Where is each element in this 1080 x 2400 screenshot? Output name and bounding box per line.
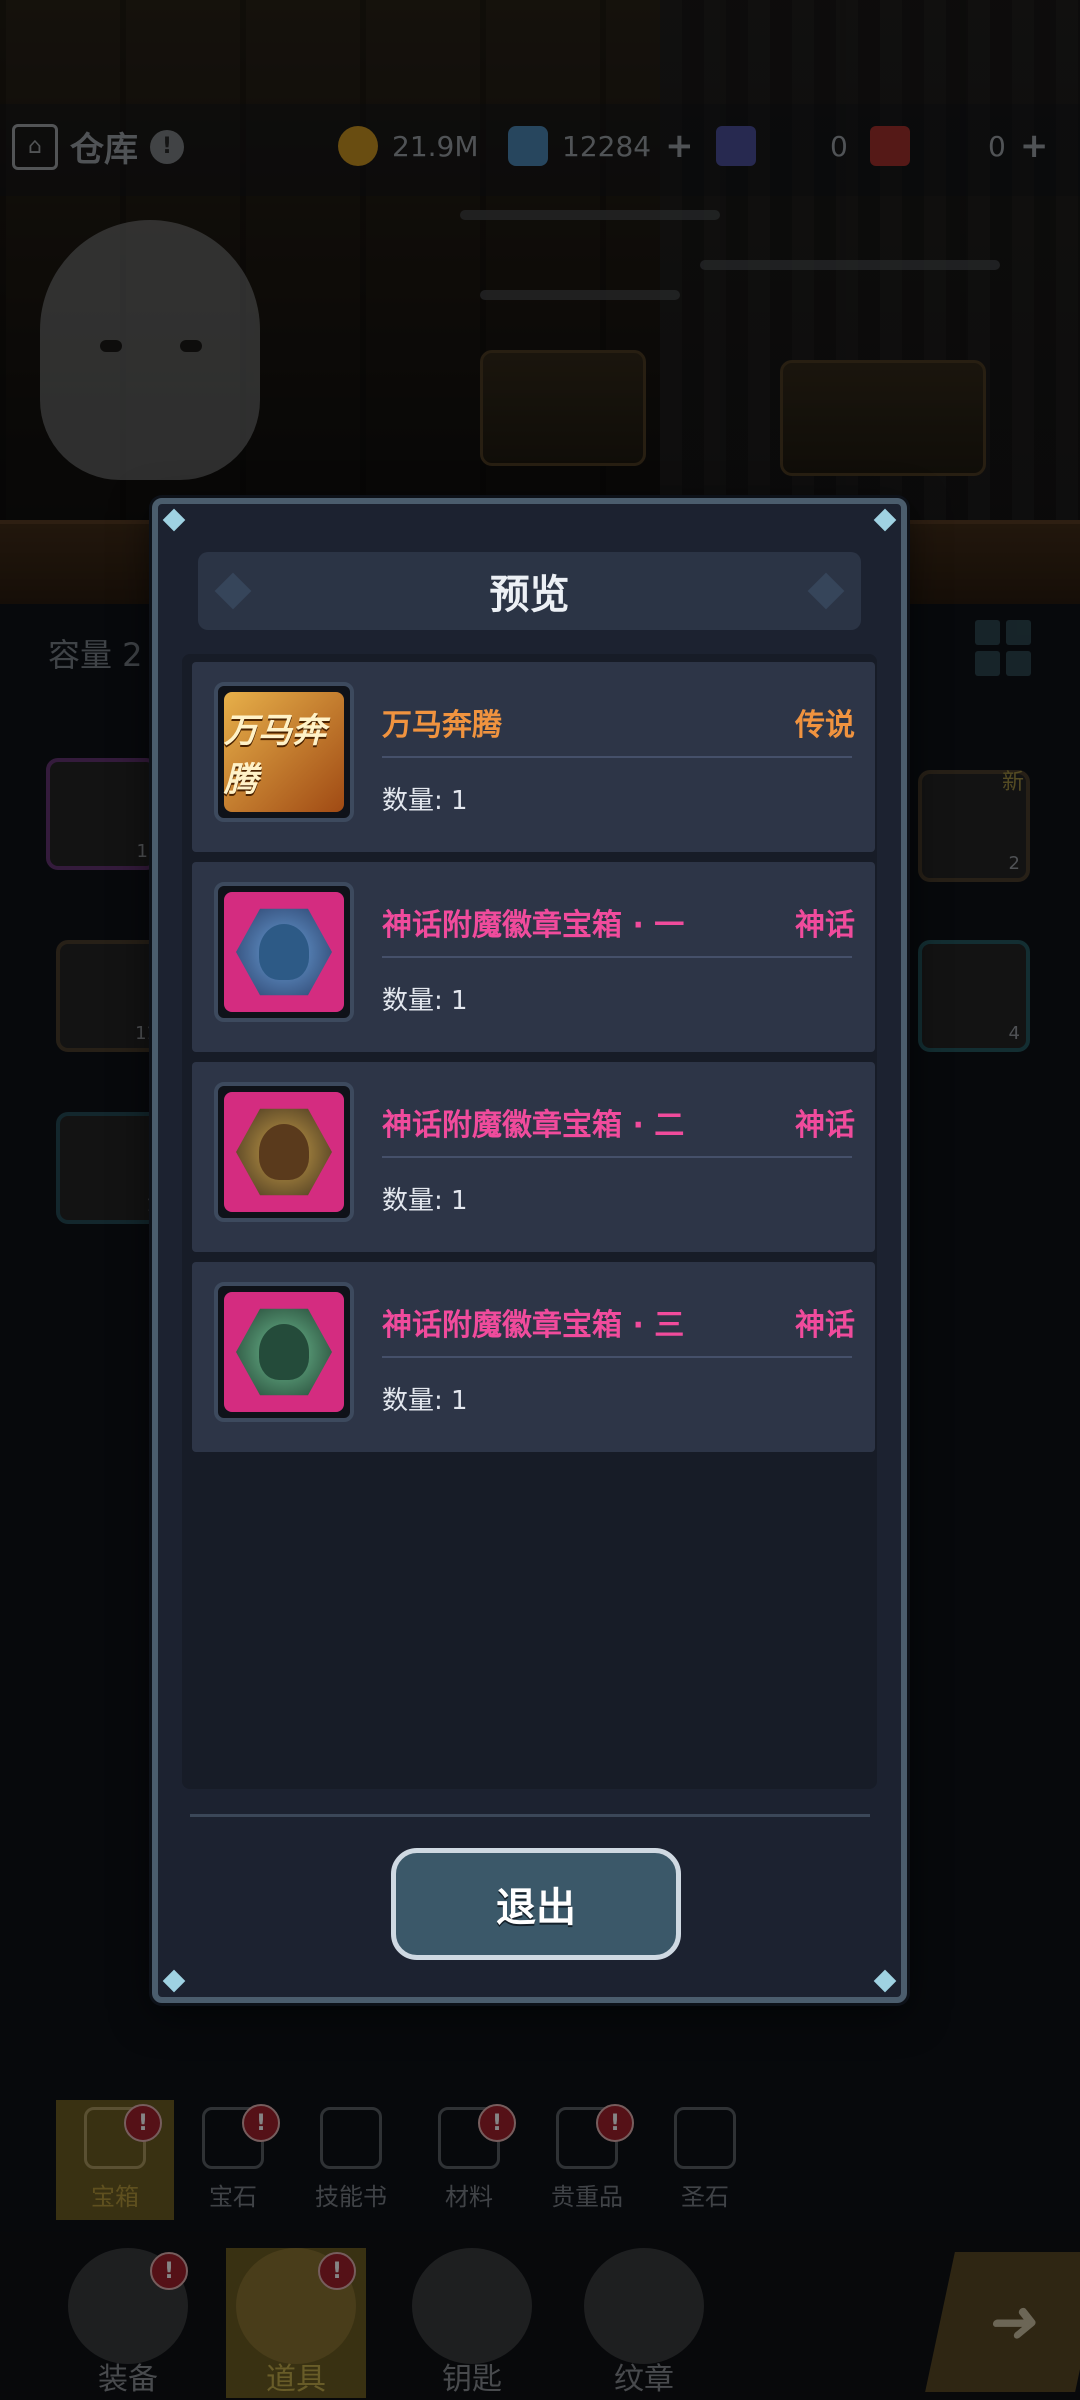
- list-item[interactable]: 万马奔腾 万马奔腾 传说 数量: 1: [192, 662, 875, 852]
- reward-list: 万马奔腾 万马奔腾 传说 数量: 1 神话附魔徽章宝箱 · 一 神话 数量: 1: [182, 654, 877, 1789]
- item-name: 万马奔腾: [382, 708, 502, 743]
- row-divider: [382, 956, 852, 958]
- qty-value: 1: [451, 1186, 468, 1216]
- item-rarity: 传说: [795, 708, 855, 743]
- item-thumbnail: [214, 882, 354, 1022]
- hexagon-emblem: [236, 1108, 332, 1196]
- corner-ornament: [873, 508, 897, 532]
- header-ornament: [807, 572, 845, 610]
- row-divider: [382, 1156, 852, 1158]
- qty-value: 1: [451, 986, 468, 1016]
- item-quantity: 数量: 1: [382, 1380, 468, 1417]
- row-divider: [382, 756, 852, 758]
- row-divider: [382, 1356, 852, 1358]
- item-quantity: 数量: 1: [382, 1180, 468, 1217]
- item-quantity: 数量: 1: [382, 980, 468, 1017]
- emblem-figure: [259, 1324, 309, 1380]
- qty-value: 1: [451, 1386, 468, 1416]
- thumbnail-text: 万马奔腾: [224, 711, 326, 800]
- list-item[interactable]: 神话附魔徽章宝箱 · 二 神话 数量: 1: [192, 1062, 875, 1252]
- item-rarity: 神话: [795, 1108, 855, 1143]
- qty-label: 数量:: [382, 786, 452, 816]
- hexagon-emblem: [236, 1308, 332, 1396]
- modal-header: 预览: [198, 552, 861, 630]
- preview-modal: 预览 万马奔腾 万马奔腾 传说 数量: 1 神话附魔徽章宝箱 · 一 神话 数量…: [152, 498, 907, 2003]
- item-thumbnail: [214, 1082, 354, 1222]
- item-rarity: 神话: [795, 1308, 855, 1343]
- qty-label: 数量:: [382, 1186, 452, 1216]
- list-item[interactable]: 神话附魔徽章宝箱 · 三 神话 数量: 1: [192, 1262, 875, 1452]
- footer-divider: [190, 1814, 870, 1817]
- emblem-figure: [259, 924, 309, 980]
- modal-title: 预览: [489, 572, 570, 618]
- item-name: 神话附魔徽章宝箱 · 一: [382, 908, 685, 943]
- header-ornament: [214, 572, 252, 610]
- item-quantity: 数量: 1: [382, 780, 468, 817]
- qty-label: 数量:: [382, 1386, 452, 1416]
- item-name: 神话附魔徽章宝箱 · 二: [382, 1108, 685, 1143]
- list-item[interactable]: 神话附魔徽章宝箱 · 一 神话 数量: 1: [192, 862, 875, 1052]
- qty-value: 1: [451, 786, 468, 816]
- hexagon-emblem: [236, 908, 332, 996]
- item-name: 神话附魔徽章宝箱 · 三: [382, 1308, 685, 1343]
- exit-button[interactable]: 退出: [391, 1848, 681, 1960]
- legend-item-icon: 万马奔腾: [224, 692, 344, 812]
- emblem-figure: [259, 1124, 309, 1180]
- item-thumbnail: 万马奔腾: [214, 682, 354, 822]
- mythic-chest-icon: [224, 1092, 344, 1212]
- qty-label: 数量:: [382, 986, 452, 1016]
- item-thumbnail: [214, 1282, 354, 1422]
- item-rarity: 神话: [795, 908, 855, 943]
- mythic-chest-icon: [224, 1292, 344, 1412]
- corner-ornament: [162, 508, 186, 532]
- mythic-chest-icon: [224, 892, 344, 1012]
- corner-ornament: [162, 1969, 186, 1993]
- corner-ornament: [873, 1969, 897, 1993]
